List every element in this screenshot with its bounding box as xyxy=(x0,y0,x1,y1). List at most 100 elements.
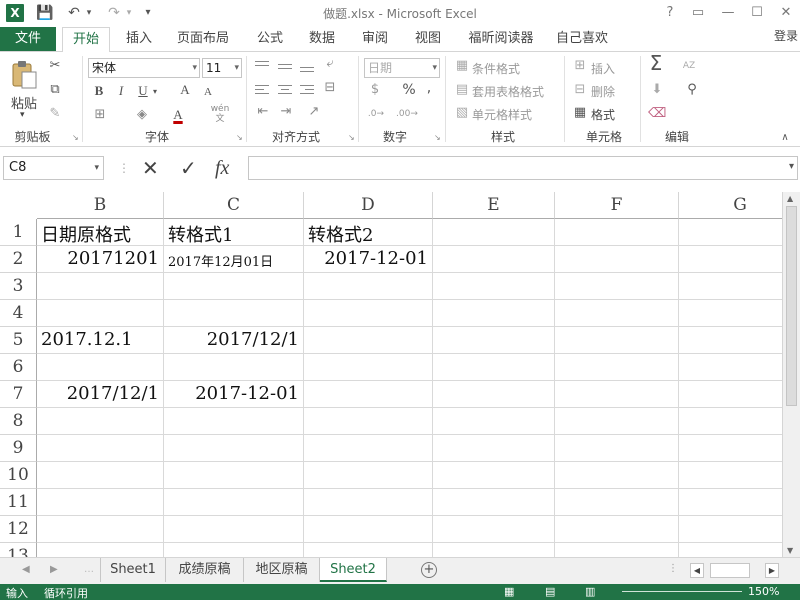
cell-f4[interactable] xyxy=(555,300,679,327)
cell-styles-icon[interactable]: ▧ xyxy=(454,105,470,121)
find-select-icon[interactable]: ⚲ xyxy=(682,82,702,98)
cell-d11[interactable] xyxy=(304,489,433,516)
cell-e11[interactable] xyxy=(433,489,555,516)
cell-e8[interactable] xyxy=(433,408,555,435)
cell-e5[interactable] xyxy=(433,327,555,354)
chevron-down-icon[interactable]: ▾ xyxy=(789,161,794,172)
sheet-tab-sheet2[interactable]: Sheet2 xyxy=(320,558,387,582)
tab-page-layout[interactable]: 页面布局 xyxy=(172,27,234,51)
cell-c13[interactable] xyxy=(164,543,304,557)
cell-c5[interactable]: 2017/12/1 xyxy=(164,327,304,354)
phonetic-guide-icon[interactable]: wén 文 xyxy=(210,104,230,124)
enter-formula-button[interactable]: ✓ xyxy=(180,157,197,179)
cell-c9[interactable] xyxy=(164,435,304,462)
cut-icon[interactable]: ✂ xyxy=(46,58,64,74)
sort-filter-button[interactable]: AZ xyxy=(678,58,700,74)
conditional-format-icon[interactable]: ▦ xyxy=(454,58,470,74)
cell-b9[interactable] xyxy=(37,435,164,462)
orientation-icon[interactable]: ↗ xyxy=(306,104,322,120)
grow-font-button[interactable]: A xyxy=(178,82,192,98)
font-color-icon[interactable]: A xyxy=(170,107,186,123)
hscroll-split-icon[interactable]: ⋮ xyxy=(668,563,678,578)
bold-button[interactable]: B xyxy=(92,83,106,99)
paste-icon[interactable] xyxy=(10,60,38,90)
decrease-indent-icon[interactable]: ⇤ xyxy=(255,104,271,120)
cell-f8[interactable] xyxy=(555,408,679,435)
number-launcher-icon[interactable]: ↘ xyxy=(434,133,441,142)
decrease-decimal-icon[interactable]: .00→ xyxy=(396,106,418,122)
row-header-3[interactable]: 3 xyxy=(0,273,37,300)
zoom-level[interactable]: 150% xyxy=(748,585,779,598)
cell-f12[interactable] xyxy=(555,516,679,543)
fill-icon[interactable]: ⬇ xyxy=(648,82,666,98)
number-format-combo[interactable]: 日期 ▾ xyxy=(364,58,440,78)
cell-c7[interactable]: 2017-12-01 xyxy=(164,381,304,408)
cell-c1[interactable]: 转格式1 xyxy=(164,219,304,246)
worksheet-grid[interactable]: B C D E F G 1 日期原格式 转格式1 转格式2 2 20171201 2017年… xyxy=(0,192,800,557)
maximize-button[interactable]: ☐ xyxy=(746,3,768,23)
delete-cells-icon[interactable]: ⊟ xyxy=(572,82,588,98)
row-header-4[interactable]: 4 xyxy=(0,300,37,327)
column-header-e[interactable]: E xyxy=(433,192,555,219)
row-header-11[interactable]: 11 xyxy=(0,489,37,516)
row-header-1[interactable]: 1 xyxy=(0,219,37,246)
select-all-corner[interactable] xyxy=(0,192,36,219)
cell-e7[interactable] xyxy=(433,381,555,408)
cell-e2[interactable] xyxy=(433,246,555,273)
sheet-tab-sheet1[interactable]: Sheet1 xyxy=(100,558,166,582)
cell-b13[interactable] xyxy=(37,543,164,557)
underline-dropdown-icon[interactable]: ▾ xyxy=(150,84,160,100)
name-box[interactable]: C8 ▾ xyxy=(3,156,104,180)
column-header-b[interactable]: B xyxy=(37,192,164,219)
column-header-c[interactable]: C xyxy=(164,192,304,219)
ribbon-display-options-button[interactable]: ▭ xyxy=(687,3,709,23)
cell-b1[interactable]: 日期原格式 xyxy=(37,219,164,246)
format-cells-icon[interactable]: ▦ xyxy=(572,105,588,121)
row-header-7[interactable]: 7 xyxy=(0,381,37,408)
cell-f6[interactable] xyxy=(555,354,679,381)
cell-b6[interactable] xyxy=(37,354,164,381)
cell-d6[interactable] xyxy=(304,354,433,381)
cell-d13[interactable] xyxy=(304,543,433,557)
collapse-ribbon-icon[interactable]: ∧ xyxy=(778,130,792,146)
font-name-combo[interactable]: 宋体 ▾ xyxy=(88,58,200,78)
increase-indent-icon[interactable]: ⇥ xyxy=(278,104,294,120)
copy-icon[interactable]: ⧉ xyxy=(46,82,64,98)
sheet-tab-grades[interactable]: 成绩原稿 xyxy=(166,558,244,582)
format-cells-button[interactable]: 格式 xyxy=(591,106,615,123)
align-top-icon[interactable] xyxy=(255,60,269,72)
format-painter-icon[interactable]: ✎ xyxy=(46,106,64,122)
cell-d4[interactable] xyxy=(304,300,433,327)
shrink-font-button[interactable]: A xyxy=(202,84,214,100)
cell-c3[interactable] xyxy=(164,273,304,300)
normal-view-icon[interactable]: ▦ xyxy=(504,585,514,598)
scrollbar-thumb[interactable] xyxy=(786,206,797,406)
row-header-10[interactable]: 10 xyxy=(0,462,37,489)
autosum-button[interactable]: Σ xyxy=(647,53,665,73)
cell-f13[interactable] xyxy=(555,543,679,557)
sheet-more-icon[interactable]: … xyxy=(84,564,94,575)
clear-icon[interactable]: ⌫ xyxy=(648,106,666,122)
fill-color-icon[interactable]: ◈ xyxy=(134,107,150,123)
align-left-icon[interactable] xyxy=(255,84,269,96)
status-circular-reference[interactable]: 循环引用 xyxy=(44,585,88,600)
prev-sheet-icon[interactable]: ◀ xyxy=(22,564,30,575)
insert-function-button[interactable]: fx xyxy=(215,157,229,179)
cell-d9[interactable] xyxy=(304,435,433,462)
page-layout-view-icon[interactable]: ▤ xyxy=(545,585,555,598)
align-right-icon[interactable] xyxy=(300,84,314,96)
font-size-combo[interactable]: 11 ▾ xyxy=(202,58,242,78)
cell-c2[interactable]: 2017年12月01日 xyxy=(164,246,304,273)
cell-c11[interactable] xyxy=(164,489,304,516)
percent-style-button[interactable]: % xyxy=(400,82,418,98)
cell-f7[interactable] xyxy=(555,381,679,408)
cell-e1[interactable] xyxy=(433,219,555,246)
cell-f10[interactable] xyxy=(555,462,679,489)
cell-b10[interactable] xyxy=(37,462,164,489)
tab-insert[interactable]: 插入 xyxy=(118,27,160,51)
align-middle-icon[interactable] xyxy=(278,60,292,72)
paste-dropdown-icon[interactable]: ▾ xyxy=(20,110,25,120)
italic-button[interactable]: I xyxy=(114,83,128,99)
cell-c8[interactable] xyxy=(164,408,304,435)
cell-f3[interactable] xyxy=(555,273,679,300)
